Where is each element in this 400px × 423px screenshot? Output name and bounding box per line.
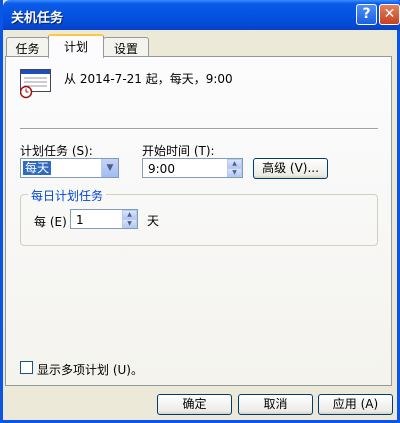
- every-label: 每 (E): [34, 215, 67, 229]
- schedule-task-value: 每天: [23, 161, 52, 175]
- schedule-summary: 从 2014-7-21 起，每天，9:00: [64, 72, 233, 86]
- title-bar[interactable]: 关机任务 ? ✕: [3, 0, 400, 30]
- help-button[interactable]: ?: [356, 4, 377, 25]
- cancel-button[interactable]: 取消: [238, 394, 313, 415]
- window-title: 关机任务: [11, 11, 64, 26]
- chevron-down-icon[interactable]: ▼: [101, 159, 118, 177]
- tab-settings[interactable]: 设置: [103, 37, 149, 57]
- days-unit: 天: [147, 214, 160, 228]
- schedule-task-label: 计划任务 (S):: [20, 144, 93, 158]
- close-button[interactable]: ✕: [379, 4, 400, 25]
- calendar-clock-icon: [20, 69, 51, 99]
- schedule-task-select[interactable]: 每天 ▼: [20, 158, 119, 178]
- start-time-spinner[interactable]: 9:00 ▲ ▼: [142, 158, 243, 178]
- start-time-label: 开始时间 (T):: [142, 144, 215, 158]
- show-multiple-checkbox[interactable]: [20, 361, 33, 374]
- spin-down-icon[interactable]: ▼: [227, 168, 242, 177]
- daily-schedule-title: 每日计划任务: [28, 187, 107, 204]
- apply-button[interactable]: 应用 (A): [318, 394, 393, 415]
- tab-task[interactable]: 任务: [6, 37, 49, 57]
- start-time-value: 9:00: [148, 162, 175, 176]
- show-multiple-label: 显示多项计划 (U)。: [37, 363, 143, 377]
- spin-up-icon[interactable]: ▲: [122, 210, 137, 219]
- tab-schedule[interactable]: 计划: [48, 34, 104, 58]
- spin-up-icon[interactable]: ▲: [227, 159, 242, 168]
- ok-button[interactable]: 确定: [157, 394, 232, 415]
- every-days-value: 1: [76, 213, 84, 227]
- spin-down-icon[interactable]: ▼: [122, 219, 137, 228]
- divider: [20, 128, 378, 130]
- every-days-spinner[interactable]: 1 ▲ ▼: [70, 209, 138, 229]
- advanced-button[interactable]: 高级 (V)...: [253, 158, 328, 179]
